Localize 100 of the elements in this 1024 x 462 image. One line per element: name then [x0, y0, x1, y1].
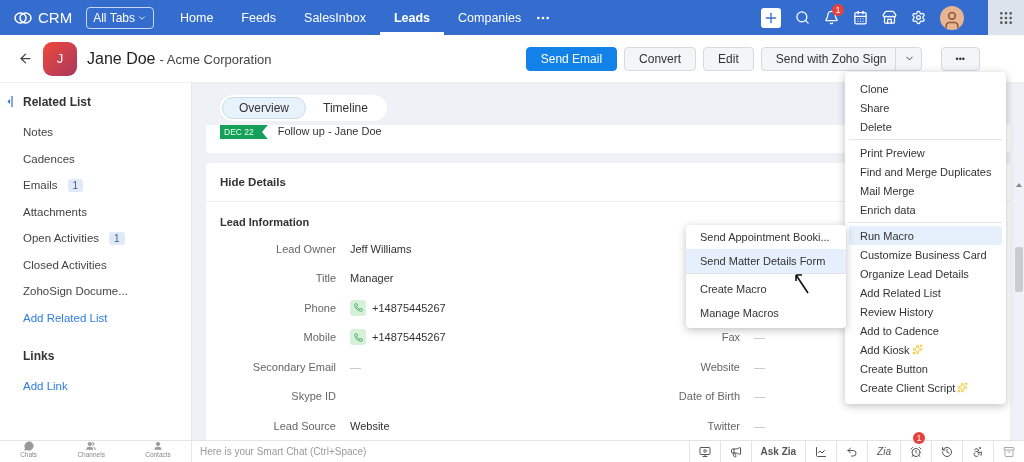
menu-item[interactable]: Add Related List [849, 283, 1003, 302]
history-icon [941, 445, 953, 458]
submenu-item[interactable]: Create Macro [686, 277, 846, 301]
menu-item[interactable]: Clone [849, 79, 1003, 98]
add-related-list-link[interactable]: Add Related List [23, 311, 108, 324]
scroll-thumb[interactable] [1015, 247, 1023, 292]
menu-item[interactable]: Add to Cadence [849, 321, 1003, 340]
field-label: Secondary Email [251, 360, 337, 373]
submenu-item[interactable]: Send Appointment Booki... [686, 225, 846, 249]
app-name: CRM [38, 9, 73, 26]
links-title: Links [22, 348, 56, 365]
chat-bubble-icon[interactable] [23, 441, 34, 451]
menu-item[interactable]: Add Kiosk [849, 340, 1003, 359]
back-icon[interactable] [18, 51, 33, 66]
field-value: — [754, 360, 765, 373]
date-tag: DEC 22 [220, 125, 268, 139]
menu-item[interactable]: Print Preview [849, 143, 1003, 162]
view-tab[interactable]: Overview [222, 97, 306, 119]
menu-item[interactable]: Mail Merge [849, 181, 1003, 200]
related-list-title: Related List [0, 91, 191, 119]
field-label: Lead Source [272, 419, 337, 432]
search-icon[interactable] [795, 10, 810, 25]
scroll-up-icon[interactable] [1016, 183, 1022, 187]
related-list-item[interactable]: ZohoSign Docume... [23, 285, 128, 298]
related-list-item[interactable]: Cadences [23, 152, 75, 165]
cursor-icon [795, 274, 809, 294]
field-value: Website [350, 419, 390, 432]
activity-title[interactable]: Follow up - Jane Doe [277, 125, 382, 137]
count-badge: 1 [109, 231, 125, 245]
add-link[interactable]: Add Link [23, 380, 68, 393]
field-label: Twitter [706, 419, 741, 432]
submenu-item[interactable]: Send Matter Details Form [686, 249, 846, 273]
related-list-item[interactable]: Open Activities [23, 232, 100, 245]
settings-icon[interactable] [911, 10, 926, 25]
field-value: +14875445267 [372, 331, 446, 344]
field-value: — [754, 390, 765, 403]
menu-item[interactable]: Run Macro [849, 226, 1003, 245]
store-icon[interactable] [882, 10, 897, 25]
action-button[interactable]: Convert [624, 46, 697, 71]
menu-item[interactable]: Customize Business Card [849, 245, 1003, 264]
nav-tab[interactable]: SalesInbox [290, 0, 380, 35]
field-label: Lead Owner [275, 242, 337, 255]
field-value: Jeff Williams [350, 242, 412, 255]
accessibility-icon [972, 445, 984, 458]
more-button[interactable]: ••• [940, 46, 980, 71]
related-list-item[interactable]: Closed Activities [23, 258, 107, 271]
record-name: Jane Doe [87, 49, 156, 67]
split-button[interactable]: Send with Zoho Sign [760, 46, 922, 71]
all-tabs-dropdown[interactable]: All Tabs [86, 6, 154, 29]
screen-icon [698, 445, 711, 458]
menu-item[interactable]: Organize Lead Details [849, 264, 1003, 283]
related-list-item[interactable]: Emails [23, 179, 58, 192]
calendar-icon[interactable] [853, 10, 868, 25]
menu-item[interactable]: Delete [849, 117, 1003, 136]
menu-item[interactable]: Share [849, 98, 1003, 117]
related-list-item[interactable]: Notes [23, 126, 54, 139]
collapse-icon[interactable] [7, 96, 13, 107]
notification-badge: 1 [832, 4, 844, 16]
person-icon[interactable] [153, 441, 163, 451]
menu-item[interactable]: Create Button [849, 359, 1003, 378]
nav-tab[interactable]: Companies [444, 0, 536, 35]
field-label: Website [699, 360, 741, 373]
menu-item[interactable]: Review History [849, 302, 1003, 321]
field-value: Manager [350, 272, 394, 285]
people-icon[interactable] [86, 441, 97, 451]
field-label: Phone [303, 301, 337, 314]
action-button[interactable]: Edit [703, 46, 754, 71]
field-value: — [754, 331, 765, 344]
count-badge: 1 [67, 178, 84, 192]
sparkle-icon [911, 344, 923, 355]
user-avatar[interactable] [940, 5, 964, 30]
field-value: — [350, 360, 361, 373]
send-email-button[interactable]: Send Email [525, 46, 618, 71]
archive-icon [1003, 445, 1015, 458]
field-value: +14875445267 [372, 301, 446, 314]
view-tab[interactable]: Timeline [306, 97, 385, 119]
hide-details-toggle[interactable]: Hide Details [220, 176, 286, 188]
nav-tab[interactable]: Feeds [227, 0, 291, 35]
alarm-icon [910, 445, 922, 458]
sparkle-icon [957, 382, 969, 393]
menu-item[interactable]: Enrich data [849, 200, 1003, 219]
related-list-item[interactable]: Attachments [23, 205, 87, 218]
apps-button[interactable] [988, 0, 1024, 35]
field-label: Mobile [302, 331, 337, 344]
logo-icon [14, 10, 32, 25]
nav-tab[interactable]: Leads [379, 0, 445, 35]
field-label: Date of Birth [677, 390, 741, 403]
submenu-item[interactable]: Manage Macros [686, 301, 846, 325]
field-value: — [754, 419, 765, 432]
megaphone-icon [729, 445, 742, 458]
section-title: Lead Information [220, 216, 310, 228]
field-label: Skype ID [290, 390, 337, 403]
menu-item[interactable]: Find and Merge Duplicates [849, 162, 1003, 181]
undo-icon [846, 445, 859, 458]
menu-item[interactable]: Create Client Script [849, 378, 1003, 397]
record-avatar: J [43, 41, 77, 76]
field-label: Title [314, 272, 337, 285]
nav-tab[interactable]: Home [166, 0, 228, 35]
add-button[interactable] [761, 7, 781, 28]
company-name: - Acme Corporation [159, 51, 272, 67]
